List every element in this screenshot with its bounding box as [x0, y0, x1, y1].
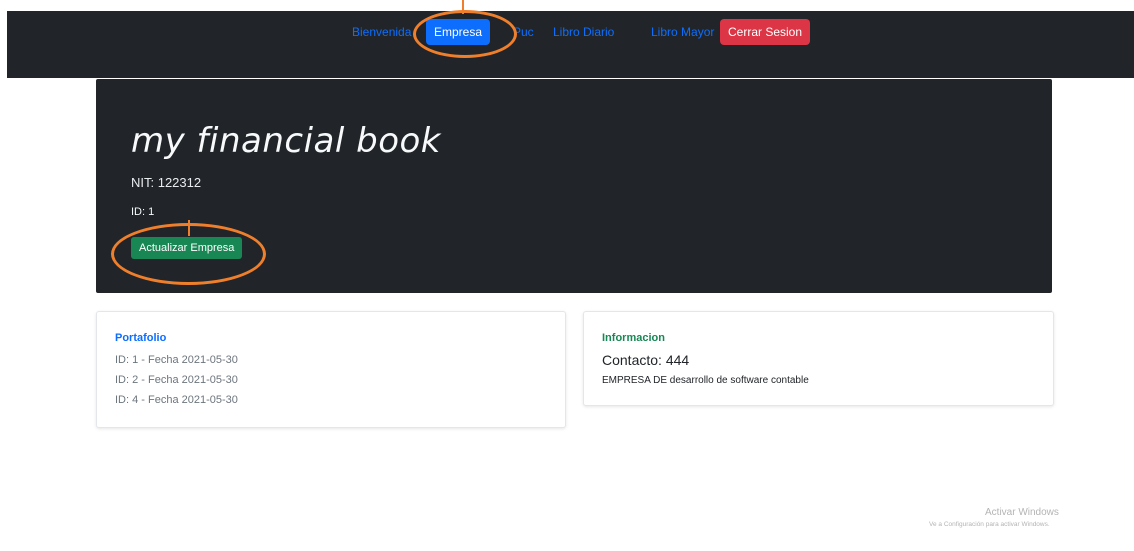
logout-button[interactable]: Cerrar Sesion	[720, 19, 811, 45]
portfolio-item: ID: 4 - Fecha 2021-05-30	[115, 394, 238, 406]
annotation-ellipse-empresa	[413, 10, 517, 58]
info-card: Informacion Contacto: 444 EMPRESA DE des…	[583, 311, 1054, 406]
nav-item-libro-mayor[interactable]: Libro Mayor	[643, 19, 722, 45]
company-nit: NIT: 122312	[131, 175, 202, 190]
info-title: Informacion	[602, 332, 665, 344]
portfolio-title: Portafolio	[115, 332, 167, 344]
company-id: ID: 1	[131, 206, 155, 218]
nav-item-libro-diario[interactable]: Libro Diario	[545, 19, 622, 45]
page: Bienvenida Empresa Puc Libro Diario Libr…	[0, 0, 1134, 551]
top-navbar: Bienvenida Empresa Puc Libro Diario Libr…	[7, 11, 1134, 78]
portfolio-item: ID: 2 - Fecha 2021-05-30	[115, 374, 238, 386]
annotation-ellipse-update	[111, 223, 266, 285]
portfolio-item: ID: 1 - Fecha 2021-05-30	[115, 354, 238, 366]
windows-watermark-title: Activar Windows	[985, 507, 1059, 518]
windows-watermark-subtitle: Ve a Configuración para activar Windows.	[929, 521, 1050, 528]
contact-number: Contacto: 444	[602, 352, 690, 368]
nav-item-bienvenida[interactable]: Bienvenida	[344, 19, 419, 45]
company-description: EMPRESA DE desarrollo de software contab…	[602, 375, 809, 386]
nav-menu: Bienvenida Empresa Puc Libro Diario Libr…	[7, 19, 1134, 49]
company-name: my financial book	[131, 121, 442, 161]
portfolio-card: Portafolio ID: 1 - Fecha 2021-05-30 ID: …	[96, 311, 566, 428]
